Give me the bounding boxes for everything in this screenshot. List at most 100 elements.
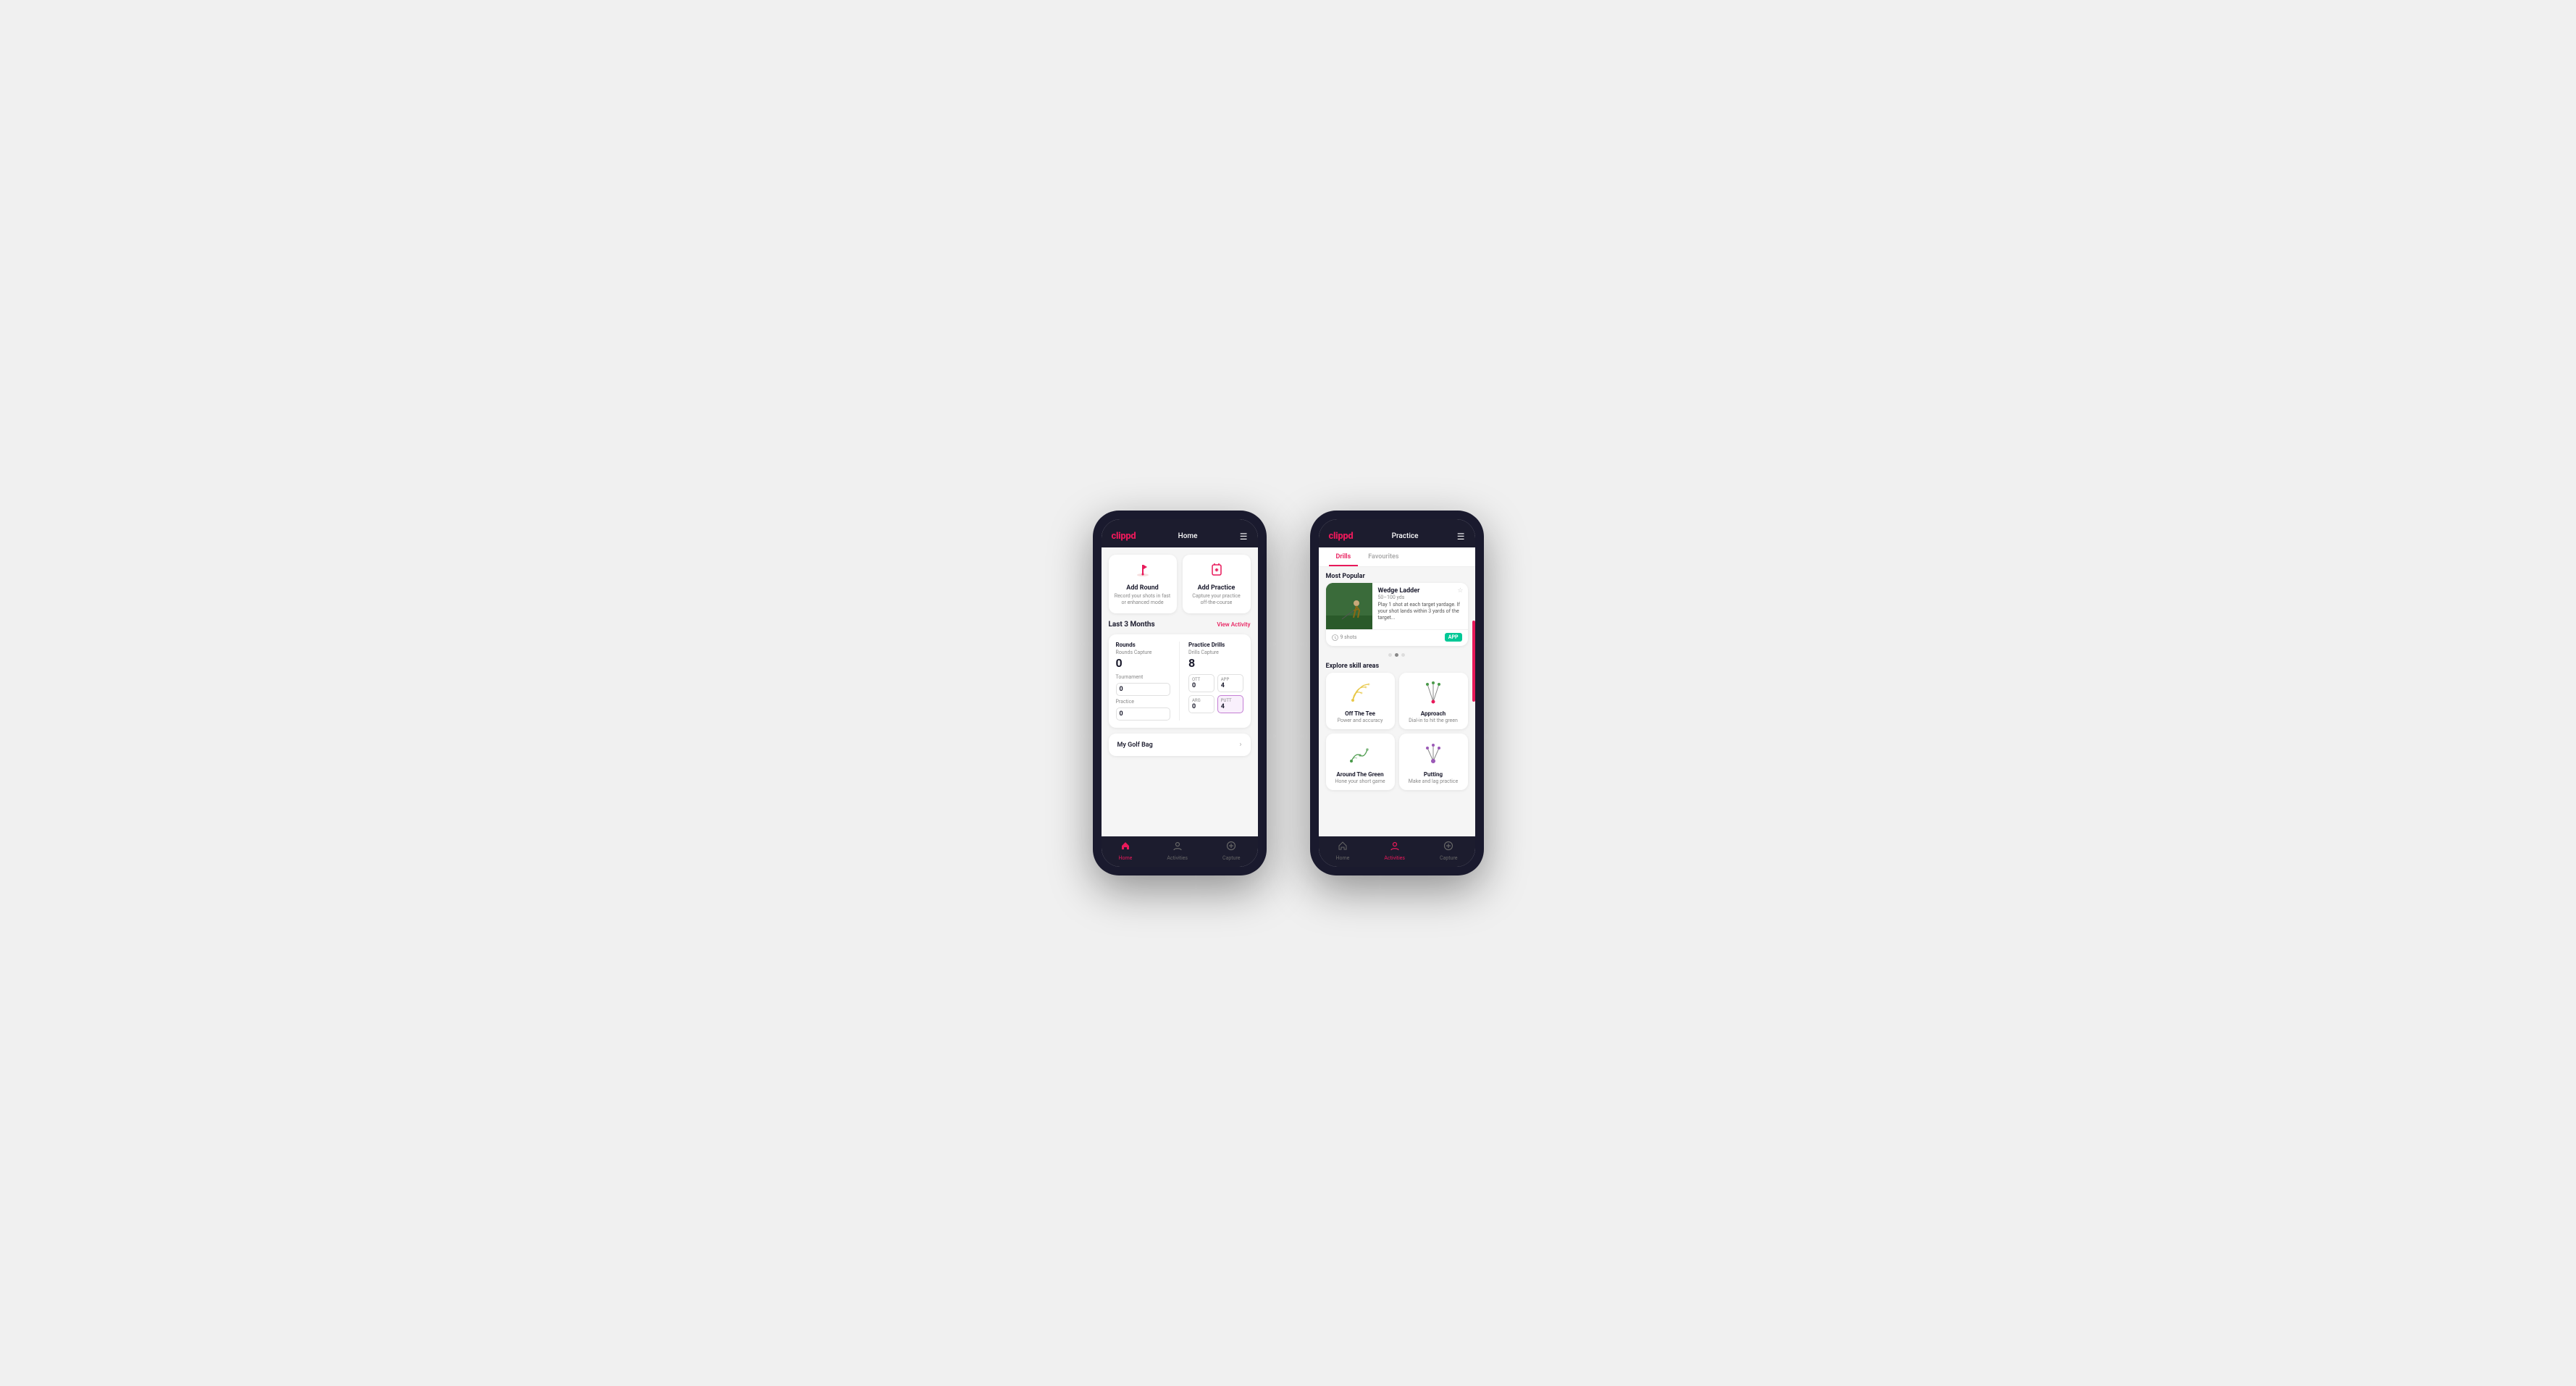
featured-drill-image (1326, 583, 1372, 629)
activity-section-header: Last 3 Months View Activity (1109, 621, 1251, 629)
app-logo: clippd (1112, 531, 1136, 542)
skill-approach[interactable]: Approach Dial-in to hit the green (1399, 673, 1468, 729)
approach-icon (1419, 679, 1448, 707)
home-nav-label-2: Home (1336, 855, 1350, 861)
status-bar (1102, 519, 1258, 525)
approach-desc: Dial-in to hit the green (1409, 718, 1458, 723)
capture-nav-icon (1226, 841, 1236, 854)
phone-home-screen: clippd Home ☰ (1102, 519, 1258, 867)
menu-icon-2[interactable]: ☰ (1457, 532, 1465, 542)
nav-activities[interactable]: Activities (1167, 841, 1188, 861)
add-practice-card[interactable]: Add Practice Capture your practice off-t… (1183, 555, 1251, 613)
dot-1[interactable] (1388, 653, 1392, 657)
drills-capture-value: 8 (1188, 656, 1243, 670)
nav-home-2[interactable]: Home (1336, 841, 1350, 861)
drills-col: Practice Drills Drills Capture 8 OTT 0 A… (1188, 642, 1243, 721)
putt-label: PUTT (1221, 698, 1240, 703)
stats-divider (1179, 642, 1180, 721)
most-popular-label: Most Popular (1319, 567, 1475, 583)
activities-nav-icon-2 (1390, 841, 1400, 854)
putt-value: 4 (1221, 703, 1240, 710)
activities-nav-label: Activities (1167, 855, 1188, 861)
nav-activities-2[interactable]: Activities (1384, 841, 1405, 861)
ott-stat-box: OTT 0 (1188, 674, 1214, 692)
ott-value: 0 (1192, 682, 1211, 689)
activity-section-title: Last 3 Months (1109, 621, 1155, 629)
add-round-card[interactable]: Add Round Record your shots in fast or e… (1109, 555, 1177, 613)
featured-shots-label: 9 shots (1341, 634, 1357, 640)
skill-putting[interactable]: Putting Make and lag practice (1399, 734, 1468, 790)
add-round-icon (1134, 562, 1151, 581)
app-value: 4 (1221, 682, 1240, 689)
bottom-nav-home: Home Activities (1102, 836, 1258, 867)
putting-title: Putting (1424, 771, 1443, 778)
app-logo-2: clippd (1329, 531, 1354, 542)
nav-title-home: Home (1178, 532, 1198, 540)
stats-box: Rounds Rounds Capture 0 Tournament 0 (1109, 634, 1251, 728)
stats-row: Rounds Rounds Capture 0 Tournament 0 (1116, 642, 1243, 721)
featured-card-inner: Wedge Ladder 50–100 yds Play 1 shot at e… (1326, 583, 1468, 629)
add-practice-desc: Capture your practice off-the-course (1188, 593, 1245, 606)
putting-desc: Make and lag practice (1409, 778, 1458, 784)
arg-label: ARG (1192, 698, 1211, 703)
featured-drill-title: Wedge Ladder (1378, 587, 1462, 595)
nav-title-practice: Practice (1392, 532, 1419, 540)
tournament-stat-box: 0 (1116, 683, 1171, 696)
capture-nav-label-2: Capture (1440, 855, 1457, 861)
tab-favourites[interactable]: Favourites (1361, 547, 1406, 566)
skill-around-the-green[interactable]: Around The Green Hone your short game (1326, 734, 1395, 790)
skill-off-the-tee[interactable]: Off The Tee Power and accuracy (1326, 673, 1395, 729)
phone-practice: clippd Practice ☰ Drills Favourites M (1310, 511, 1484, 875)
home-nav-icon-2 (1338, 841, 1348, 854)
tournament-value: 0 (1120, 686, 1167, 693)
add-round-title: Add Round (1126, 584, 1158, 592)
nav-home[interactable]: Home (1119, 841, 1133, 861)
activities-nav-label-2: Activities (1384, 855, 1405, 861)
practice-stat-row: 0 (1116, 707, 1171, 721)
approach-title: Approach (1421, 710, 1446, 717)
around-the-green-desc: Hone your short game (1335, 778, 1385, 784)
dot-3[interactable] (1401, 653, 1405, 657)
tab-drills[interactable]: Drills (1329, 547, 1359, 566)
capture-nav-icon-2 (1443, 841, 1453, 854)
golf-bag-row[interactable]: My Golf Bag › (1109, 734, 1251, 756)
nav-capture-2[interactable]: Capture (1440, 841, 1457, 861)
explore-label: Explore skill areas (1319, 660, 1475, 673)
tournament-label: Tournament (1116, 674, 1171, 680)
off-the-tee-desc: Power and accuracy (1338, 718, 1383, 723)
drills-col-title: Practice Drills (1188, 642, 1243, 648)
practice-stat-box: 0 (1116, 707, 1171, 721)
nav-capture[interactable]: Capture (1222, 841, 1240, 861)
arg-stat-box: ARG 0 (1188, 695, 1214, 713)
home-nav-label: Home (1119, 855, 1133, 861)
around-the-green-title: Around The Green (1336, 771, 1383, 778)
drills-bottom-row: ARG 0 PUTT 4 (1188, 695, 1243, 713)
featured-app-badge: APP (1445, 633, 1462, 642)
most-popular-section: Most Popular ☆ (1319, 567, 1475, 660)
featured-drill-footer: 9 shots APP (1326, 629, 1468, 646)
add-practice-icon (1208, 562, 1225, 581)
add-round-desc: Record your shots in fast or enhanced mo… (1115, 593, 1171, 606)
scene: clippd Home ☰ (1064, 482, 1513, 904)
featured-drill-subtitle: 50–100 yds (1378, 595, 1462, 600)
view-activity-link[interactable]: View Activity (1217, 621, 1250, 628)
featured-drill-card[interactable]: ☆ (1326, 583, 1468, 646)
nav-bar-practice: clippd Practice ☰ (1319, 525, 1475, 547)
scroll-indicator (1472, 621, 1475, 702)
dot-2[interactable] (1395, 653, 1398, 657)
bottom-nav-practice: Home Activities (1319, 836, 1475, 867)
featured-drill-content: Wedge Ladder 50–100 yds Play 1 shot at e… (1372, 583, 1468, 629)
action-cards-row: Add Round Record your shots in fast or e… (1109, 555, 1251, 613)
home-nav-icon (1120, 841, 1130, 854)
golf-bag-chevron: › (1239, 741, 1241, 749)
putt-stat-box: PUTT 4 (1217, 695, 1243, 713)
around-the-green-icon (1346, 739, 1375, 768)
status-bar-2 (1319, 519, 1475, 525)
tournament-stat-row: 0 (1116, 683, 1171, 696)
star-icon[interactable]: ☆ (1457, 587, 1463, 595)
skill-grid: Off The Tee Power and accuracy (1319, 673, 1475, 796)
menu-icon[interactable]: ☰ (1240, 532, 1248, 542)
capture-nav-label: Capture (1222, 855, 1240, 861)
featured-drill-desc: Play 1 shot at each target yardage. If y… (1378, 602, 1462, 621)
practice-value: 0 (1120, 710, 1167, 718)
